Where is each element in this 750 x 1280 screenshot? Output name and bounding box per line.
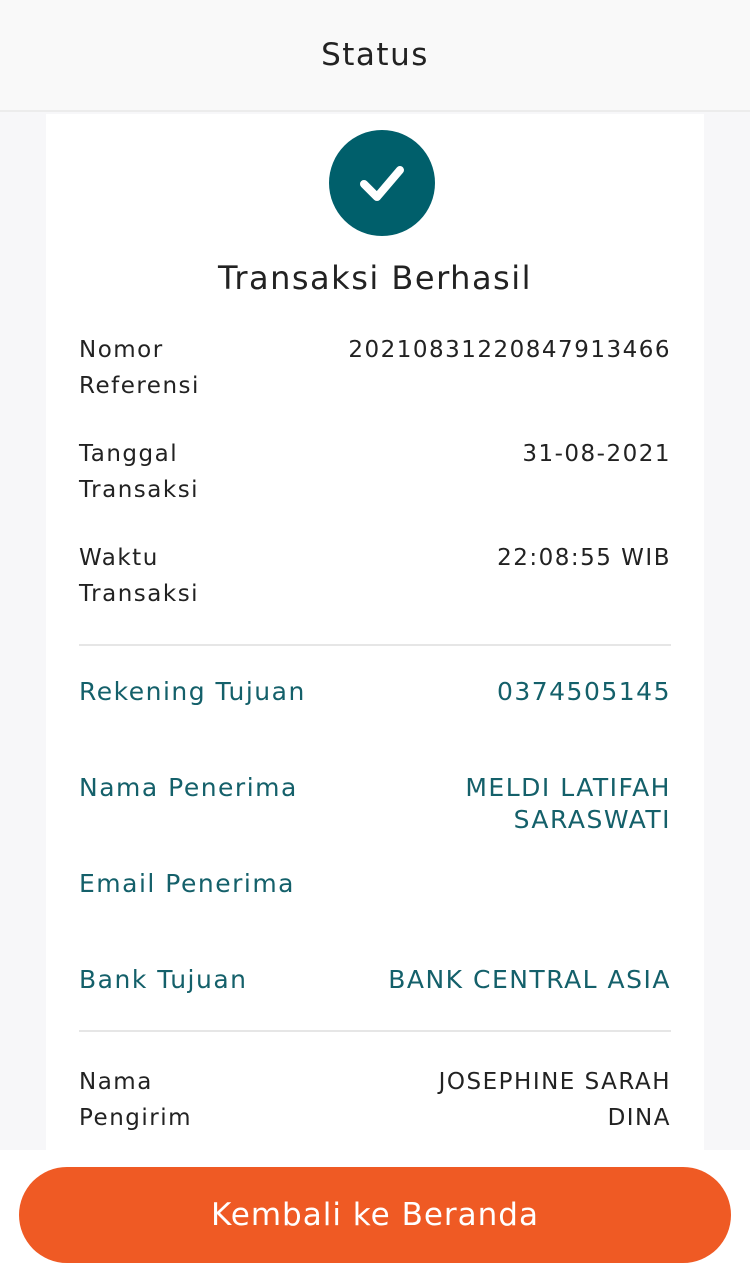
reference-label: Nomor Referensi	[79, 337, 200, 399]
sender-row: Nama Pengirim JOSEPHINE SARAH DINA	[79, 1064, 671, 1136]
footer-bar: Kembali ke Beranda	[0, 1150, 750, 1280]
recipient-name-label: Nama Penerima	[79, 773, 298, 802]
bank-value: BANK CENTRAL ASIA	[388, 965, 671, 994]
time-value: 22:08:55 WIB	[497, 545, 671, 571]
check-icon	[360, 166, 404, 201]
recipient-email-row: Email Penerima	[79, 868, 671, 900]
sender-label: Nama Pengirim	[79, 1069, 193, 1131]
divider	[79, 644, 671, 646]
time-label: Waktu Transaksi	[79, 545, 200, 607]
time-row: Waktu Transaksi 22:08:55 WIB	[79, 540, 671, 612]
account-value: 0374505145	[496, 677, 671, 706]
recipient-name-row: Nama Penerima MELDI LATIFAH SARASWATI	[79, 772, 671, 836]
bank-label: Bank Tujuan	[79, 965, 248, 994]
account-row: Rekening Tujuan 0374505145	[79, 676, 671, 708]
status-title: Transaksi Berhasil	[217, 259, 532, 297]
sender-value: JOSEPHINE SARAH DINA	[438, 1069, 671, 1131]
date-row: Tanggal Transaksi 31-08-2021	[79, 436, 671, 508]
success-badge	[329, 130, 435, 236]
date-label: Tanggal Transaksi	[79, 441, 200, 503]
recipient-name-value: MELDI LATIFAH SARASWATI	[465, 773, 671, 834]
date-value: 31-08-2021	[522, 441, 671, 467]
page-title: Status	[321, 37, 429, 73]
divider	[79, 1030, 671, 1032]
bank-row: Bank Tujuan BANK CENTRAL ASIA	[79, 964, 671, 996]
recipient-email-label: Email Penerima	[79, 869, 295, 898]
transaction-receipt-card: Transaksi Berhasil Nomor Referensi 20210…	[46, 114, 704, 1154]
back-to-home-button[interactable]: Kembali ke Beranda	[19, 1167, 731, 1263]
header-bar: Status	[0, 0, 750, 112]
reference-value: 20210831220847913466	[348, 337, 671, 363]
account-label: Rekening Tujuan	[79, 677, 306, 706]
reference-row: Nomor Referensi 20210831220847913466	[79, 332, 671, 404]
